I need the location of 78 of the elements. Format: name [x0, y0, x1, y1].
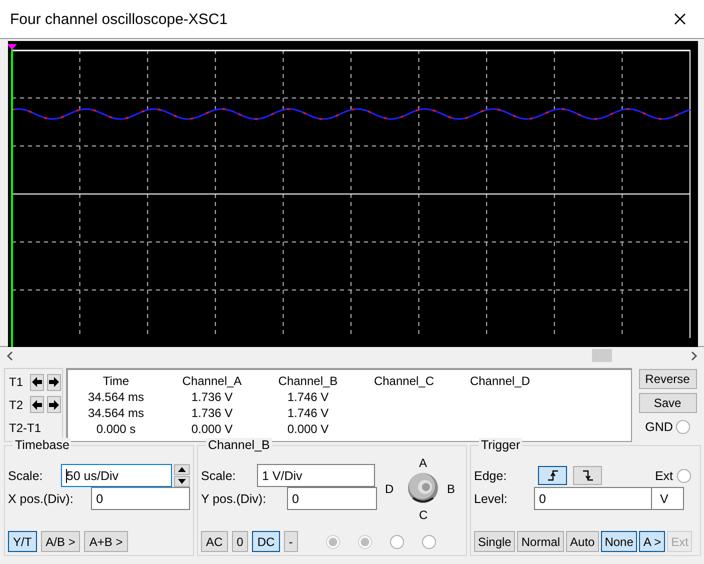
action-button[interactable]: Reverse	[638, 369, 696, 389]
left-arrow-icon	[31, 398, 43, 411]
table-cell-text: 0.000 V	[286, 421, 330, 437]
table-cell-text: 0.000 s	[95, 421, 137, 437]
mode-button[interactable]: A/B >	[40, 531, 80, 552]
scale-field[interactable]: 1 V/Div	[257, 464, 375, 487]
table-cell-text: 34.564 ms	[86, 405, 146, 421]
right-arrow-icon	[48, 376, 60, 388]
cursor-line[interactable]	[8, 44, 17, 347]
selector-label: D	[385, 482, 394, 496]
action-button[interactable]: Save	[638, 393, 696, 413]
table-cell-text: 1.736 V	[190, 389, 234, 405]
column-header: Channel_B	[277, 373, 339, 389]
unit-field[interactable]: V	[652, 487, 684, 510]
cursor-label: T1	[9, 375, 24, 390]
position-field[interactable]: 0	[91, 487, 190, 510]
radio-button[interactable]	[390, 534, 404, 548]
group-title: Timebase	[13, 438, 72, 452]
column-header: Channel_C	[372, 373, 436, 389]
scroll-left-icon[interactable]	[6, 350, 14, 362]
ext-radio[interactable]	[677, 468, 691, 482]
rising-edge-icon	[546, 469, 560, 482]
trigger-mode-button[interactable]: A >	[639, 531, 666, 552]
move-right-button[interactable]	[47, 374, 61, 391]
column-header: Time	[102, 373, 130, 389]
coupling-button[interactable]: DC	[252, 531, 280, 552]
table-cell-text: 1.736 V	[190, 405, 234, 421]
column-header: Channel_A	[181, 373, 243, 389]
mode-button[interactable]: A+B >	[84, 531, 128, 552]
field-label: X pos.(Div):	[8, 492, 74, 506]
scroll-right-icon[interactable]	[690, 350, 698, 362]
group-title: Trigger	[479, 438, 522, 452]
column-header: Channel_D	[468, 373, 532, 389]
left-arrow-icon	[31, 376, 43, 388]
field-label: Edge:	[474, 468, 508, 482]
selector-label: A	[419, 456, 428, 470]
scrollbar-thumb[interactable]	[592, 349, 612, 362]
radio-button[interactable]	[422, 534, 436, 548]
level-field[interactable]: 0	[534, 487, 652, 510]
trigger-mode-button[interactable]: Auto	[566, 531, 599, 552]
coupling-button[interactable]: 0	[232, 531, 248, 552]
field-label: Scale:	[201, 468, 237, 482]
edge-button[interactable]	[538, 466, 567, 485]
trigger-mode-button[interactable]: None	[600, 531, 638, 552]
radio-button[interactable]	[358, 534, 372, 548]
cursor-label: T2-T1	[9, 420, 42, 435]
cursor-label: T2	[9, 398, 24, 412]
table-cell-text: 1.746 V	[286, 405, 330, 421]
coupling-button[interactable]: -	[284, 531, 298, 552]
selector-label: B	[447, 482, 456, 496]
field-label: Y pos.(Div):	[201, 492, 268, 506]
scale-field[interactable]: 50 us/Div	[61, 464, 172, 487]
spinner-icon[interactable]	[174, 464, 190, 487]
table-cell-text: 0.000 V	[190, 421, 234, 437]
window-title: Four channel oscilloscope-XSC1	[10, 10, 228, 28]
coupling-button[interactable]: AC	[201, 531, 228, 552]
field-label: Level:	[474, 492, 508, 506]
radio-button[interactable]	[326, 534, 340, 548]
right-arrow-icon	[48, 398, 60, 411]
position-field[interactable]: 0	[287, 487, 377, 510]
move-left-button[interactable]	[30, 374, 44, 391]
table-cell-text: 1.746 V	[286, 389, 330, 405]
trigger-mode-button[interactable]: Single	[474, 531, 516, 552]
gnd-label: GND	[645, 420, 673, 434]
group-title: Channel_B	[206, 438, 272, 452]
move-left-button[interactable]	[30, 396, 44, 414]
edge-button[interactable]	[573, 466, 602, 485]
gnd-radio[interactable]	[676, 420, 690, 434]
move-right-button[interactable]	[47, 396, 61, 414]
knob-drawing[interactable]	[407, 472, 439, 504]
ext-label: Ext	[654, 468, 673, 482]
selector-label: C	[419, 508, 428, 522]
mode-button[interactable]: Y/T	[8, 531, 37, 552]
table-cell-text: 34.564 ms	[86, 389, 146, 405]
trigger-mode-button[interactable]: Normal	[517, 531, 564, 552]
field-label: Scale:	[8, 468, 44, 482]
close-icon[interactable]	[673, 12, 687, 26]
falling-edge-icon	[580, 469, 594, 482]
